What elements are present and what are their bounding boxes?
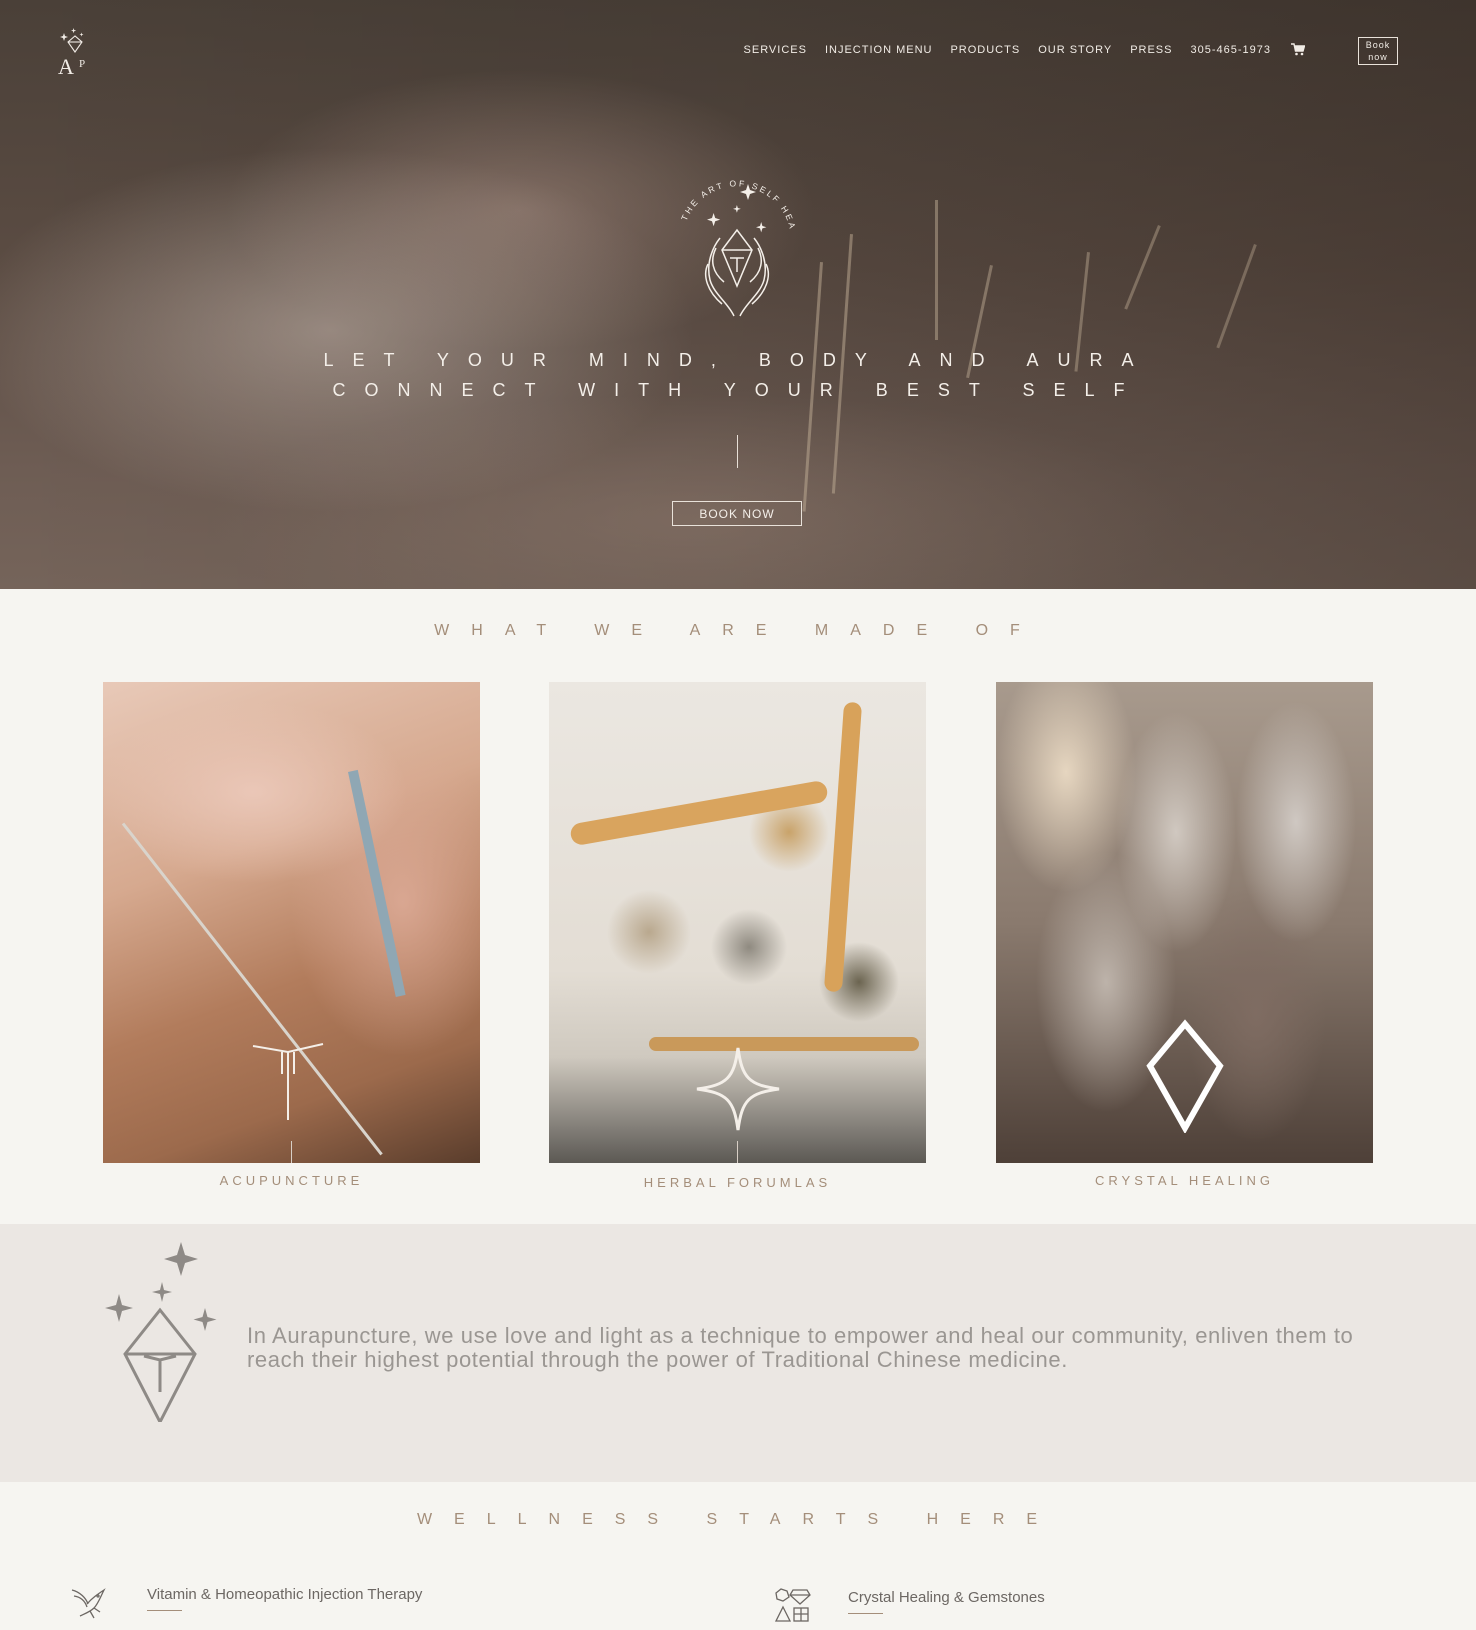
- hummingbird-icon: [71, 1588, 106, 1619]
- crystal-healing-gemstones-link[interactable]: Crystal Healing & Gemstones: [848, 1589, 1045, 1606]
- art-of-self-healing-emblem: THE ART OF SELF HEALING: [672, 168, 798, 317]
- hero-tagline-line2: CONNECT WITH YOUR BEST SELF: [332, 380, 1144, 400]
- nav-our-story[interactable]: OUR STORY: [1038, 44, 1112, 56]
- wellness-title: WELLNESS STARTS HERE: [416, 1511, 1060, 1528]
- wellness-item-injection[interactable]: Vitamin & Homeopathic Injection Therapy: [70, 1582, 490, 1622]
- needle-icon: [252, 1043, 324, 1120]
- main-nav: SERVICES INJECTION MENU PRODUCTS OUR STO…: [744, 44, 1271, 56]
- injection-underline: [147, 1610, 182, 1611]
- mission-statement: In Aurapuncture, we use love and light a…: [247, 1323, 1354, 1372]
- herbal-formulas-card[interactable]: [549, 682, 926, 1163]
- hero-tagline-line1: LET YOUR MIND, BODY AND AURA: [323, 350, 1153, 370]
- nav-products[interactable]: PRODUCTS: [950, 44, 1020, 56]
- herbal-formulas-label[interactable]: HERBAL FORUMLAS: [549, 1175, 926, 1190]
- nav-services[interactable]: SERVICES: [744, 44, 807, 56]
- nav-phone[interactable]: 305-465-1973: [1190, 44, 1271, 56]
- crystal-stars-icon: [105, 1242, 217, 1422]
- injection-therapy-link[interactable]: Vitamin & Homeopathic Injection Therapy: [147, 1586, 422, 1603]
- svg-text:P: P: [79, 58, 85, 70]
- acupuncture-label[interactable]: ACUPUNCTURE: [103, 1173, 480, 1188]
- gemstones-icon: [774, 1588, 811, 1622]
- crystal-underline: [848, 1613, 883, 1614]
- nav-injection-menu[interactable]: INJECTION MENU: [825, 44, 933, 56]
- acupuncture-tick: [291, 1141, 292, 1163]
- crystal-icon: [1146, 1019, 1224, 1133]
- acupuncture-card[interactable]: [103, 682, 480, 1163]
- cart-icon[interactable]: [1291, 43, 1305, 56]
- book-now-nav-line1: Book: [1365, 40, 1391, 50]
- crystal-healing-card[interactable]: [996, 682, 1373, 1163]
- sparkle-icon: [696, 1047, 780, 1131]
- svg-text:A: A: [58, 54, 74, 78]
- book-now-nav-button[interactable]: Book now: [1358, 37, 1398, 65]
- made-of-title: WHAT WE ARE MADE OF: [434, 622, 1042, 639]
- herbal-tick: [737, 1141, 738, 1163]
- crystal-healing-label[interactable]: CRYSTAL HEALING: [996, 1173, 1373, 1188]
- book-now-nav-line2: now: [1368, 52, 1388, 62]
- svg-text:THE ART OF SELF HEALING: THE ART OF SELF HEALING: [672, 168, 798, 232]
- hero-section: A P SERVICES INJECTION MENU PRODUCTS OUR…: [0, 0, 1476, 589]
- nav-press[interactable]: PRESS: [1130, 44, 1172, 56]
- logo[interactable]: A P: [56, 28, 92, 78]
- wellness-item-crystal[interactable]: Crystal Healing & Gemstones: [772, 1582, 1092, 1622]
- book-now-button[interactable]: BOOK NOW: [672, 501, 802, 526]
- emblem-text: THE ART OF SELF HEALING: [672, 168, 796, 232]
- mission-section: In Aurapuncture, we use love and light a…: [0, 1224, 1476, 1482]
- hero-divider: [737, 435, 738, 468]
